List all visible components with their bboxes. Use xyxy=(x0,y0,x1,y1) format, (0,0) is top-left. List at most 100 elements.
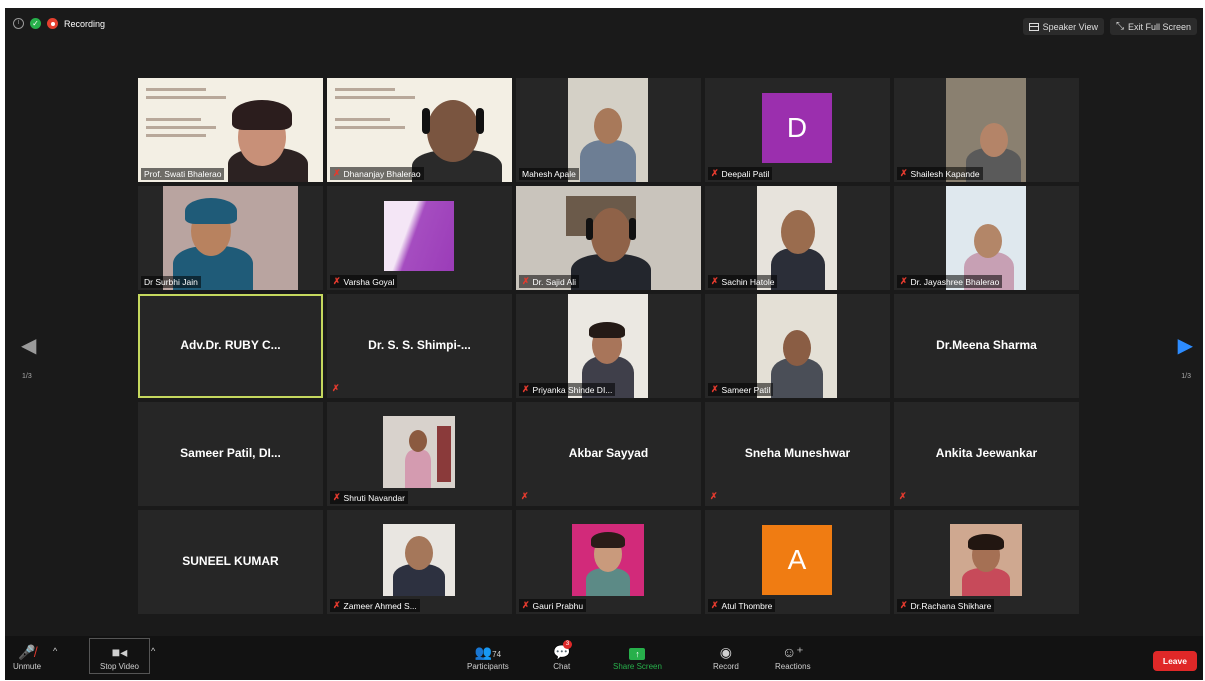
participant-name: ✗ Shruti Navandar xyxy=(330,491,408,504)
video-tile[interactable]: ✗ Sachin Hatole xyxy=(705,186,890,290)
participant-avatar: A xyxy=(762,525,832,595)
mic-muted-icon: ✗ xyxy=(711,276,719,286)
participant-name: Adv.Dr. RUBY C... xyxy=(180,338,281,352)
video-tile[interactable]: Sameer Patil, DI... xyxy=(138,402,323,506)
reactions-icon: ☺⁺ xyxy=(781,644,804,660)
video-tile-active-speaker[interactable]: Adv.Dr. RUBY C... xyxy=(138,294,323,398)
leave-button[interactable]: Leave xyxy=(1152,651,1197,671)
participant-name: Dr.Meena Sharma xyxy=(936,338,1037,352)
video-tile[interactable]: ✗ Shruti Navandar xyxy=(327,402,512,506)
mic-muted-icon: ✗ xyxy=(900,168,908,178)
chat-label: Chat xyxy=(553,662,571,671)
mic-muted-icon: ✗ xyxy=(522,384,530,394)
participant-name: Sameer Patil, DI... xyxy=(180,446,281,460)
participant-name: ✗ Gauri Prabhu xyxy=(519,599,587,612)
mic-muted-icon: ✗ xyxy=(521,491,529,501)
video-tile[interactable]: Mahesh Apale xyxy=(516,78,701,182)
video-tile[interactable]: Akbar Sayyad ✗ xyxy=(516,402,701,506)
participant-name: ✗ Sachin Hatole xyxy=(708,275,778,288)
unmute-button[interactable]: 🎤̸ Unmute xyxy=(13,642,41,671)
participant-video xyxy=(384,201,454,271)
video-tile[interactable]: ✗ Dr. Sajid Ali xyxy=(516,186,701,290)
video-tile[interactable]: Ankita Jeewankar ✗ xyxy=(894,402,1079,506)
exit-fullscreen-label: Exit Full Screen xyxy=(1127,21,1191,32)
unmute-label: Unmute xyxy=(13,662,42,671)
video-options-caret[interactable]: ^ xyxy=(151,646,155,656)
video-tile[interactable]: Dr. S. S. Shimpi-... ✗ xyxy=(327,294,512,398)
stop-video-button[interactable]: ■◂ Stop Video xyxy=(89,638,150,674)
page-indicator-left: 1/3 xyxy=(22,373,32,380)
arrow-right-icon[interactable]: ▶ xyxy=(1178,333,1193,358)
chevron-up-icon: ^ xyxy=(53,646,58,656)
participants-count: 74 xyxy=(492,650,502,659)
participant-name: SUNEEL KUMAR xyxy=(182,554,279,568)
participants-label: Participants xyxy=(467,662,509,671)
participant-video xyxy=(950,524,1022,596)
chat-button[interactable]: 💬 3 Chat xyxy=(553,640,572,671)
video-tile[interactable]: ✗ Shailesh Kapande xyxy=(894,78,1079,182)
mic-muted-icon: ✗ xyxy=(332,383,340,393)
video-tile[interactable]: ✗ Sameer Patil xyxy=(705,294,890,398)
video-tile[interactable]: ✗ Varsha Goyal xyxy=(327,186,512,290)
video-tile[interactable]: SUNEEL KUMAR xyxy=(138,510,323,614)
video-tile[interactable]: Sneha Muneshwar ✗ xyxy=(705,402,890,506)
recording-label: Recording xyxy=(64,18,106,29)
mic-muted-icon: ✗ xyxy=(522,276,530,286)
video-tile[interactable]: ✗ Dr. Jayashree Bhalerao xyxy=(894,186,1079,290)
video-tile[interactable]: ✗ Priyanka Shinde DI... xyxy=(516,294,701,398)
video-tile[interactable]: ✗ Dr.Rachana Shikhare xyxy=(894,510,1079,614)
participant-video xyxy=(138,78,323,182)
reactions-button[interactable]: ☺⁺ Reactions xyxy=(775,642,811,671)
participant-name: ✗ Priyanka Shinde DI... xyxy=(519,383,616,396)
participant-name: Sneha Muneshwar xyxy=(744,446,851,460)
participant-name: Ankita Jeewankar xyxy=(935,446,1038,460)
mic-muted-icon: ✗ xyxy=(711,600,719,610)
participant-video xyxy=(568,78,648,182)
video-tile[interactable]: A ✗ Atul Thombre xyxy=(705,510,890,614)
participant-name: Akbar Sayyad xyxy=(568,446,649,460)
participant-name: ✗ Shailesh Kapande xyxy=(897,167,983,180)
participant-video xyxy=(163,186,298,290)
participant-name: Mahesh Apale xyxy=(519,168,579,180)
reactions-label: Reactions xyxy=(775,662,811,671)
participant-name: ✗ Dr. Sajid Ali xyxy=(519,275,580,288)
participant-video xyxy=(572,524,644,596)
participant-name: ✗ Atul Thombre xyxy=(708,599,776,612)
video-tile[interactable]: ✗ Dhananjay Bhalerao xyxy=(327,78,512,182)
video-tile[interactable]: ✗ Gauri Prabhu xyxy=(516,510,701,614)
mic-muted-icon: ✗ xyxy=(333,276,341,286)
mic-muted-icon: ✗ xyxy=(522,600,530,610)
record-label: Record xyxy=(713,662,739,671)
zoom-meeting-window: i ✓ Recording Speaker View ⤡ Exit Full S… xyxy=(5,8,1203,680)
shield-icon[interactable]: ✓ xyxy=(30,18,41,29)
record-button[interactable]: ◉ Record xyxy=(713,642,739,671)
participant-name: Dr. S. S. Shimpi-... xyxy=(368,338,471,352)
meeting-toolbar: 🎤̸ Unmute ^ ■◂ Stop Video ^ 👥74 Particip… xyxy=(5,636,1203,680)
meeting-status-bar: i ✓ Recording xyxy=(13,18,105,29)
arrow-left-icon[interactable]: ◀ xyxy=(21,333,36,358)
video-tile[interactable]: Prof. Swati Bhalerao xyxy=(138,78,323,182)
video-tile[interactable]: D ✗ Deepali Patil xyxy=(705,78,890,182)
mic-muted-icon: ✗ xyxy=(900,600,908,610)
video-tile[interactable]: Dr Surbhi Jain xyxy=(138,186,323,290)
recording-icon xyxy=(47,18,58,29)
exit-fullscreen-icon: ⤡ xyxy=(1115,21,1124,32)
participants-button[interactable]: 👥74 Participants xyxy=(467,642,509,671)
participants-icon: 👥74 xyxy=(474,644,502,660)
mic-muted-icon: ✗ xyxy=(711,384,719,394)
mic-muted-icon: ✗ xyxy=(710,491,718,501)
share-screen-button[interactable]: ↑ Share Screen xyxy=(613,642,662,671)
speaker-view-button[interactable]: Speaker View xyxy=(1022,18,1104,35)
mic-muted-icon: ✗ xyxy=(900,276,908,286)
speaker-view-label: Speaker View xyxy=(1042,21,1098,32)
video-tile[interactable]: ✗ Zameer Ahmed S... xyxy=(327,510,512,614)
participant-name: ✗ Sameer Patil xyxy=(708,383,774,396)
participant-name: ✗ Dhananjay Bhalerao xyxy=(330,167,424,180)
exit-fullscreen-button[interactable]: ⤡ Exit Full Screen xyxy=(1109,18,1197,35)
share-screen-label: Share Screen xyxy=(613,662,662,671)
chat-unread-badge: 3 xyxy=(563,640,572,649)
stop-video-label: Stop Video xyxy=(100,662,139,671)
video-tile[interactable]: Dr.Meena Sharma xyxy=(894,294,1079,398)
audio-options-caret[interactable]: ^ xyxy=(53,646,57,656)
info-icon[interactable]: i xyxy=(13,18,24,29)
